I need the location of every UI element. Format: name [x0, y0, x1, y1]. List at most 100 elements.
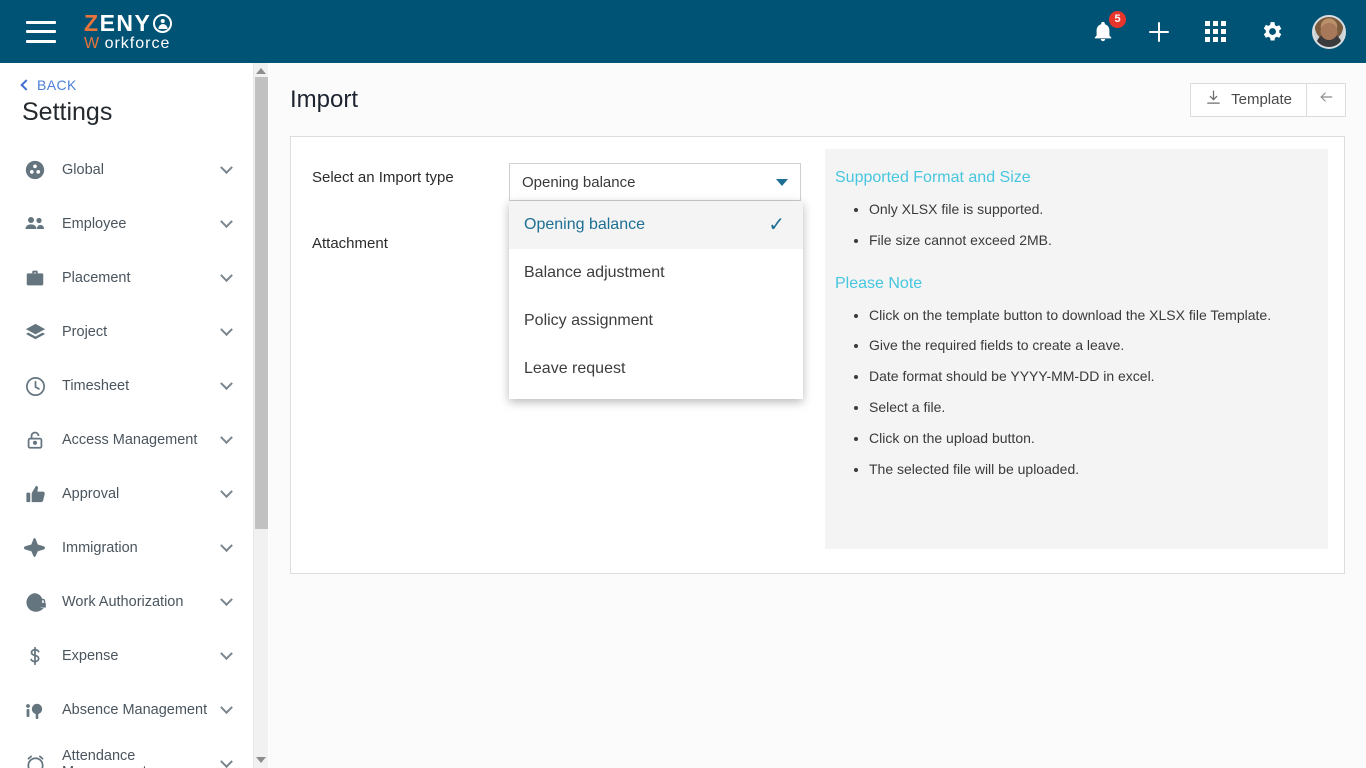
sidebar-item-label: Access Management — [62, 432, 198, 448]
sidebar-item-label: Approval — [62, 486, 120, 502]
chevron-down-icon[interactable] — [220, 700, 233, 714]
sidebar-item-access-management[interactable]: Access Management — [0, 413, 253, 467]
sidebar-item-label: Project — [62, 324, 108, 340]
dropdown-option-policy-assignment[interactable]: Policy assignment — [509, 297, 803, 345]
logo-letter-z: Z — [84, 9, 100, 36]
import-type-selected-value: Opening balance — [522, 173, 636, 191]
sidebar-item-label: Attendance Management — [62, 748, 147, 768]
sidebar-item-employee[interactable]: Employee — [0, 197, 253, 251]
sidebar-item-label: Employee — [62, 216, 127, 232]
sidebar-item-label: Absence Management — [62, 702, 208, 718]
chevron-down-icon[interactable] — [220, 268, 233, 282]
clock-icon — [22, 373, 48, 399]
app-logo[interactable]: Z ENY W orkforce — [84, 9, 173, 52]
sidebar-item-expense[interactable]: Expense — [0, 629, 253, 683]
list-item: Select a file. — [869, 399, 1306, 416]
main-content: Import Template Select an Import type At… — [269, 63, 1366, 768]
sidebar-item-project[interactable]: Project — [0, 305, 253, 359]
gear-icon[interactable] — [1256, 17, 1286, 47]
chevron-down-icon[interactable] — [220, 160, 233, 174]
list-item: The selected file will be uploaded. — [869, 461, 1306, 478]
chevron-down-icon[interactable] — [220, 592, 233, 606]
dropdown-option-label: Leave request — [524, 360, 626, 377]
sidebar-item-label: Timesheet — [62, 378, 130, 394]
lock-icon — [22, 427, 48, 453]
download-icon — [1205, 89, 1222, 110]
dropdown-option-balance-adjustment[interactable]: Balance adjustment — [509, 249, 803, 297]
back-link[interactable]: BACK — [20, 77, 253, 93]
chevron-down-icon[interactable] — [220, 376, 233, 390]
sidebar-item-work-authorization[interactable]: Work Authorization — [0, 575, 253, 629]
back-link-label: BACK — [37, 77, 77, 93]
sidebar-item-label: Immigration — [62, 540, 138, 556]
hamburger-menu-icon[interactable] — [26, 20, 56, 43]
page-title-settings: Settings — [22, 98, 113, 126]
arrow-left-icon — [1317, 89, 1336, 110]
plus-icon[interactable] — [1144, 17, 1174, 47]
template-button-label: Template — [1231, 91, 1292, 108]
chevron-down-icon[interactable] — [220, 538, 233, 552]
chevron-down-icon[interactable] — [776, 178, 788, 186]
dropdown-option-label: Balance adjustment — [524, 264, 665, 281]
logo-letter-w: W — [84, 34, 101, 52]
check-icon: ✓ — [768, 214, 785, 236]
chevron-down-icon[interactable] — [220, 484, 233, 498]
attachment-label: Attachment — [312, 235, 388, 252]
logo-letters-orkforce: orkforce — [104, 34, 171, 52]
sidebar-item-label: Global — [62, 162, 104, 178]
scrollbar-thumb[interactable] — [255, 77, 268, 529]
chevron-down-icon[interactable] — [220, 754, 233, 768]
list-item: File size cannot exceed 2MB. — [869, 232, 1306, 249]
sidebar-item-approval[interactable]: Approval — [0, 467, 253, 521]
chevron-down-icon[interactable] — [220, 322, 233, 336]
import-type-dropdown: Opening balance ✓ Balance adjustment Pol… — [509, 201, 803, 399]
attachment-label-row: Attachment — [312, 235, 388, 253]
sidebar-item-timesheet[interactable]: Timesheet — [0, 359, 253, 413]
settings-nav-list: Global Employee Placement Project Timesh… — [0, 143, 253, 768]
airplane-icon — [22, 535, 48, 561]
topbar-actions: 5 — [1088, 9, 1346, 49]
sidebar-item-label: Expense — [62, 648, 119, 664]
sidebar-item-label: Work Authorization — [62, 594, 184, 610]
chevron-down-icon[interactable] — [220, 430, 233, 444]
avatar[interactable] — [1312, 14, 1346, 49]
scroll-down-arrow-icon[interactable] — [256, 757, 266, 763]
sidebar-item-absence-management[interactable]: Absence Management — [0, 683, 253, 737]
sidebar-item-immigration[interactable]: Immigration — [0, 521, 253, 575]
template-button[interactable]: Template — [1190, 82, 1306, 117]
scroll-up-arrow-icon[interactable] — [256, 68, 266, 74]
apps-grid-icon[interactable] — [1200, 17, 1230, 47]
sidebar-item-attendance-management[interactable]: Attendance Management — [0, 737, 253, 768]
list-item: Only XLSX file is supported. — [869, 201, 1306, 218]
layers-icon — [22, 319, 48, 345]
thumbs-up-icon — [22, 481, 48, 507]
dropdown-option-opening-balance[interactable]: Opening balance ✓ — [509, 201, 803, 249]
supported-format-heading: Supported Format and Size — [835, 169, 1031, 186]
please-note-heading: Please Note — [835, 274, 923, 292]
chevron-left-icon — [20, 79, 32, 91]
bell-icon[interactable]: 5 — [1088, 9, 1127, 47]
sidebar-item-global[interactable]: Global — [0, 143, 253, 197]
page-title: Import — [290, 85, 359, 113]
chevron-down-icon[interactable] — [220, 214, 233, 228]
import-type-label: Select an Import type — [312, 169, 454, 186]
dropdown-option-leave-request[interactable]: Leave request — [509, 345, 803, 393]
import-type-select[interactable]: Opening balance — [509, 163, 801, 201]
sidebar-item-placement[interactable]: Placement — [0, 251, 253, 305]
please-note-list: Click on the template button to download… — [869, 307, 1306, 478]
supported-format-list: Only XLSX file is supported. File size c… — [869, 201, 1306, 249]
header-actions: Template — [1190, 82, 1346, 117]
global-icon — [22, 157, 48, 183]
back-arrow-button[interactable] — [1306, 82, 1346, 117]
top-navigation-bar: Z ENY W orkforce 5 — [0, 0, 1366, 63]
list-item: Give the required fields to create a lea… — [869, 337, 1306, 354]
page-header: Import Template — [269, 63, 1366, 136]
sidebar-item-label: Placement — [62, 270, 131, 286]
list-item: Click on the template button to download… — [869, 307, 1306, 324]
globe-lock-icon — [22, 589, 48, 615]
chevron-down-icon[interactable] — [220, 646, 233, 660]
list-item: Click on the upload button. — [869, 430, 1306, 447]
logo-letters-eny: ENY — [99, 9, 152, 36]
sidebar-scrollbar[interactable] — [253, 63, 268, 768]
people-icon — [22, 211, 48, 237]
